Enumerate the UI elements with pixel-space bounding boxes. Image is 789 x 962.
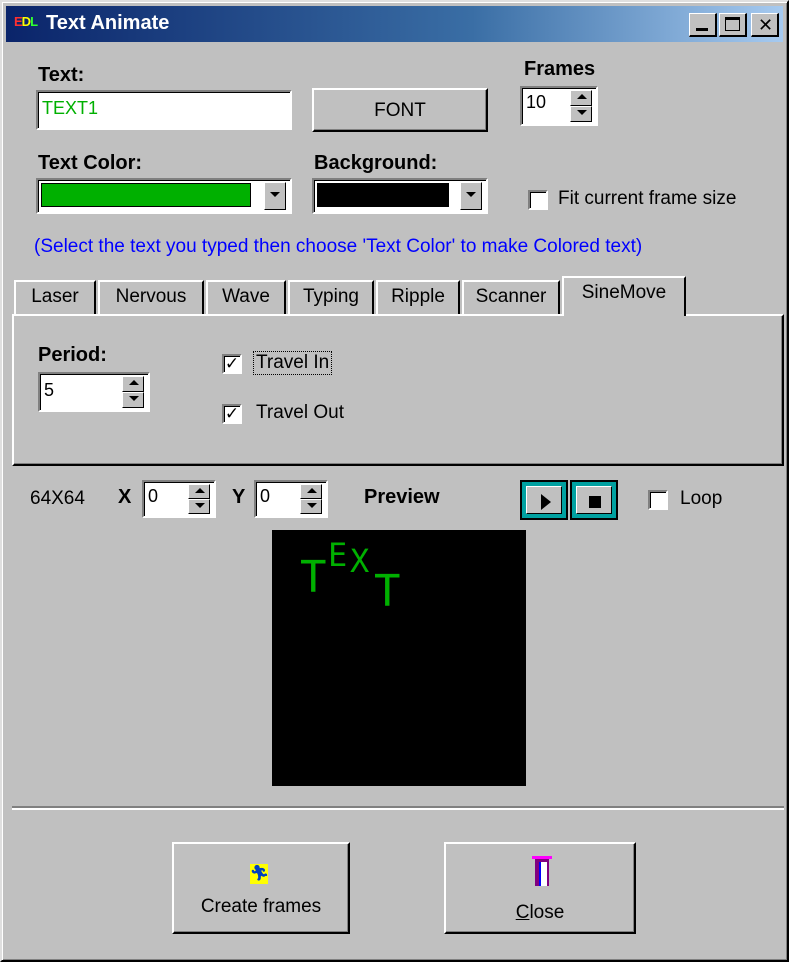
text-color-dropdown-arrow-icon[interactable] — [264, 182, 286, 210]
close-window-button[interactable]: ✕ — [751, 13, 779, 37]
y-value: 0 — [260, 486, 271, 506]
x-value: 0 — [148, 486, 159, 506]
text-color-dropdown[interactable] — [36, 178, 292, 214]
close-button-label: Close — [515, 902, 565, 923]
travel-out-checkbox[interactable]: ✓ — [222, 404, 242, 424]
play-icon — [541, 494, 551, 510]
x-down-arrow-icon[interactable] — [188, 499, 210, 514]
tab-typing-label: Typing — [303, 286, 359, 307]
text-label: Text: — [38, 64, 85, 86]
text-color-label: Text Color: — [38, 152, 143, 174]
loop-label: Loop — [680, 488, 723, 509]
stop-icon — [589, 496, 601, 508]
fit-frame-label: Fit current frame size — [558, 188, 737, 209]
x-spin-buttons[interactable] — [188, 484, 210, 514]
create-frames-label: Create frames — [200, 896, 322, 917]
tab-ripple[interactable]: Ripple — [376, 280, 460, 314]
y-up-arrow-icon[interactable] — [300, 484, 322, 499]
preview-letter-1: T — [300, 552, 327, 603]
background-dropdown[interactable] — [312, 178, 488, 214]
minimize-button[interactable] — [689, 13, 717, 37]
period-value: 5 — [44, 380, 55, 400]
y-spinner[interactable]: 0 — [254, 480, 328, 518]
frames-down-arrow-icon[interactable] — [570, 106, 592, 122]
tab-nervous[interactable]: Nervous — [98, 280, 204, 314]
stop-button-face — [576, 486, 612, 514]
period-down-arrow-icon[interactable] — [122, 392, 144, 408]
tab-wave[interactable]: Wave — [206, 280, 286, 314]
stop-button[interactable] — [570, 480, 618, 520]
play-button[interactable] — [520, 480, 568, 520]
frames-label: Frames — [524, 58, 596, 80]
frames-spinner[interactable]: 10 — [520, 86, 598, 126]
hint-text: (Select the text you typed then choose '… — [34, 236, 643, 257]
frames-value: 10 — [526, 92, 547, 112]
tab-scanner[interactable]: Scanner — [462, 280, 560, 314]
preview-canvas: T E X T — [272, 530, 526, 786]
preview-title: Preview — [364, 486, 440, 508]
font-button[interactable]: FONT — [312, 88, 488, 132]
close-button[interactable]: Close — [444, 842, 636, 934]
create-frames-button[interactable]: 🏃︎ Create frames — [172, 842, 350, 934]
background-label: Background: — [314, 152, 438, 174]
text-input-value: TEXT1 — [42, 98, 99, 118]
window-title: Text Animate — [46, 12, 170, 34]
x-spinner[interactable]: 0 — [142, 480, 216, 518]
bottom-separator-highlight — [12, 808, 784, 810]
frames-up-arrow-icon[interactable] — [570, 90, 592, 106]
background-swatch — [317, 183, 449, 207]
period-spinner[interactable]: 5 — [38, 372, 150, 412]
text-color-swatch — [41, 183, 251, 207]
period-label: Period: — [38, 344, 107, 366]
fit-frame-checkbox[interactable] — [528, 190, 548, 210]
frames-spin-buttons[interactable] — [570, 90, 592, 122]
period-up-arrow-icon[interactable] — [122, 376, 144, 392]
y-label: Y — [232, 486, 246, 508]
maximize-icon — [725, 17, 740, 31]
travel-out-checkmark-icon: ✓ — [224, 404, 240, 423]
text-animate-window: EDL Text Animate ✕ Text: TEXT1 FONT Fram… — [0, 0, 789, 962]
travel-in-checkbox[interactable]: ✓ — [222, 354, 242, 374]
exit-door-icon — [532, 856, 552, 886]
close-icon: ✕ — [758, 15, 774, 35]
x-label: X — [118, 486, 132, 508]
preview-letter-3: X — [350, 542, 370, 580]
preview-letter-2: E — [328, 536, 348, 574]
travel-out-label: Travel Out — [256, 402, 344, 423]
running-man-icon: 🏃︎ — [250, 864, 270, 884]
minimize-icon — [696, 28, 708, 31]
tab-sinemove[interactable]: SineMove — [562, 276, 686, 316]
tab-laser-label: Laser — [31, 286, 79, 307]
tab-wave-label: Wave — [222, 286, 270, 307]
tab-ripple-label: Ripple — [391, 286, 445, 307]
travel-in-label: Travel In — [252, 351, 333, 375]
preview-size-label: 64X64 — [30, 488, 85, 509]
y-spin-buttons[interactable] — [300, 484, 322, 514]
preview-letter-4: T — [374, 566, 401, 617]
edl-app-icon: EDL — [14, 14, 38, 29]
tab-sinemove-label: SineMove — [581, 282, 667, 303]
title-bar[interactable]: EDL Text Animate ✕ — [6, 6, 783, 42]
font-button-label: FONT — [374, 100, 426, 121]
travel-in-checkmark-icon: ✓ — [224, 354, 240, 373]
maximize-button[interactable] — [719, 13, 747, 37]
y-down-arrow-icon[interactable] — [300, 499, 322, 514]
text-input[interactable]: TEXT1 — [36, 90, 292, 130]
tab-nervous-label: Nervous — [115, 286, 187, 307]
tab-scanner-label: Scanner — [475, 286, 547, 307]
loop-checkbox[interactable] — [648, 490, 668, 510]
x-up-arrow-icon[interactable] — [188, 484, 210, 499]
background-dropdown-arrow-icon[interactable] — [460, 182, 482, 210]
tab-typing[interactable]: Typing — [288, 280, 374, 314]
play-button-face — [526, 486, 562, 514]
period-spin-buttons[interactable] — [122, 376, 144, 408]
tab-laser[interactable]: Laser — [14, 280, 96, 314]
